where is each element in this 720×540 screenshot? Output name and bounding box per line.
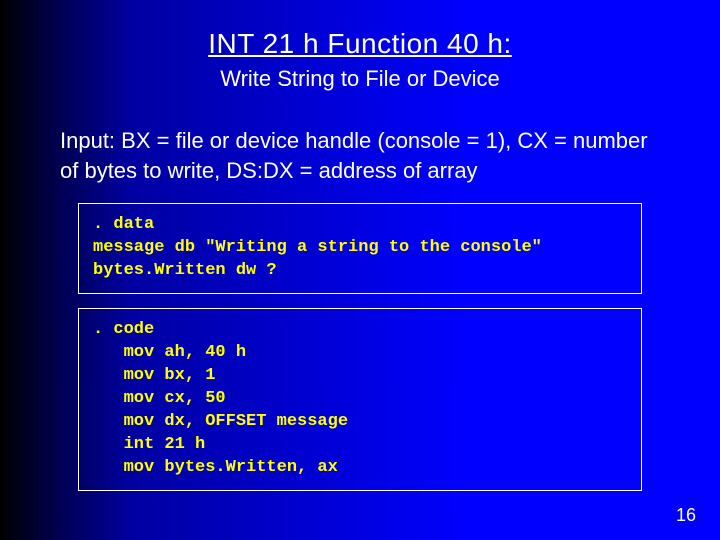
- page-number: 16: [676, 505, 696, 526]
- code-block-code: . code mov ah, 40 h mov bx, 1 mov cx, 50…: [78, 308, 642, 491]
- slide: INT 21 h Function 40 h: Write String to …: [0, 0, 720, 540]
- slide-title: INT 21 h Function 40 h:: [0, 0, 720, 60]
- input-description: Input: BX = file or device handle (conso…: [60, 126, 660, 185]
- code-block-data: . data message db "Writing a string to t…: [78, 203, 642, 294]
- slide-subtitle: Write String to File or Device: [0, 66, 720, 92]
